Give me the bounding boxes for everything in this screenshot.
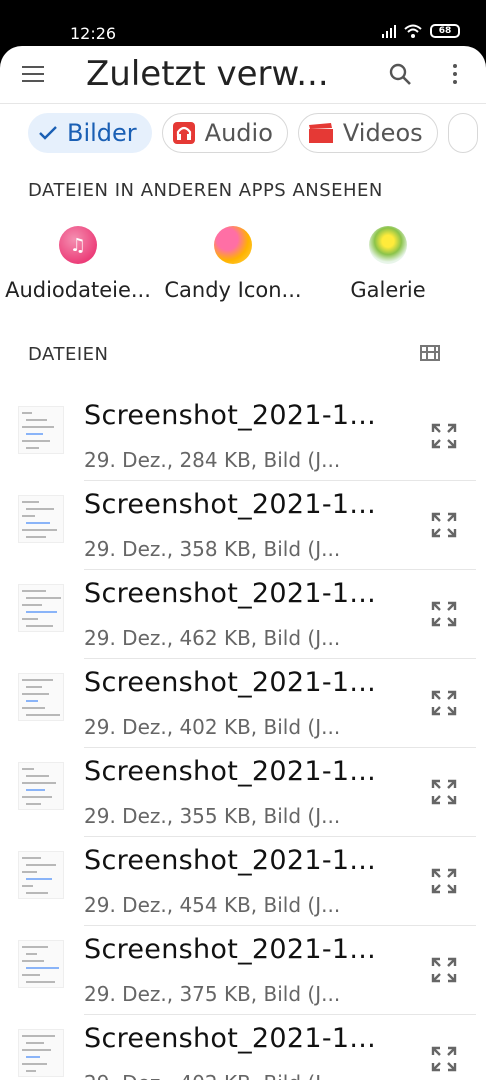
status-icons: 68 <box>382 24 460 38</box>
menu-icon[interactable] <box>22 66 44 84</box>
file-name: Screenshot_2021-1... <box>84 1023 376 1054</box>
more-options-icon[interactable] <box>446 64 464 88</box>
headphones-icon <box>172 122 195 144</box>
check-icon <box>39 125 57 141</box>
file-meta: 29. Dez., 402 KB, Bild (J... <box>84 1071 340 1080</box>
chip-label: Audio <box>204 119 273 147</box>
file-meta: 29. Dez., 358 KB, Bild (J... <box>84 537 341 561</box>
file-thumbnail <box>18 406 64 454</box>
file-row[interactable]: Screenshot_2021-1... 29. Dez., 402 KB, B… <box>0 1015 486 1080</box>
grid-view-icon[interactable] <box>420 345 440 361</box>
app-candy-icon[interactable]: Candy Icon... <box>153 226 313 302</box>
file-name: Screenshot_2021-1... <box>84 934 376 965</box>
file-meta: 29. Dez., 375 KB, Bild (J... <box>84 982 341 1006</box>
expand-icon[interactable] <box>430 956 458 984</box>
file-meta: 29. Dez., 462 KB, Bild (J... <box>84 626 341 650</box>
expand-icon[interactable] <box>430 689 458 717</box>
file-meta: 29. Dez., 454 KB, Bild (J... <box>84 893 341 917</box>
chip-label: Videos <box>342 119 423 147</box>
file-meta: 29. Dez., 284 KB, Bild (J... <box>84 448 341 472</box>
candy-icon <box>214 226 252 264</box>
expand-icon[interactable] <box>430 778 458 806</box>
file-thumbnail <box>18 495 64 543</box>
balloon-icon <box>369 226 407 264</box>
apps-section-heading: DATEIEN IN ANDEREN APPS ANSEHEN <box>28 180 383 201</box>
files-section-heading: DATEIEN <box>28 344 109 365</box>
chip-label: Bilder <box>67 119 137 147</box>
app-gallery[interactable]: Galerie <box>308 226 468 302</box>
music-note-icon: ♫ <box>59 226 97 264</box>
file-name: Screenshot_2021-1... <box>84 578 376 609</box>
files-sheet: Zuletzt verw... Bilder Audio Videos DATE… <box>0 46 486 1080</box>
file-name: Screenshot_2021-1... <box>84 667 376 698</box>
file-thumbnail <box>18 1029 64 1077</box>
app-label: Candy Icon... <box>164 278 302 302</box>
file-meta: 29. Dez., 402 KB, Bild (J... <box>84 715 341 739</box>
file-thumbnail <box>18 584 64 632</box>
search-icon[interactable] <box>388 62 412 86</box>
expand-icon[interactable] <box>430 1045 458 1073</box>
file-thumbnail <box>18 940 64 988</box>
app-label: Galerie <box>350 278 426 302</box>
file-row[interactable]: Screenshot_2021-1... 29. Dez., 355 KB, B… <box>0 748 486 837</box>
file-row[interactable]: Screenshot_2021-1... 29. Dez., 462 KB, B… <box>0 570 486 659</box>
expand-icon[interactable] <box>430 867 458 895</box>
chip-videos[interactable]: Videos <box>297 113 438 153</box>
app-audio-files[interactable]: ♫ Audiodateie... <box>0 226 158 302</box>
filter-chips: Bilder Audio Videos <box>28 113 478 153</box>
app-label: Audiodateie... <box>5 278 151 302</box>
file-thumbnail <box>18 673 64 721</box>
chip-audio[interactable]: Audio <box>161 113 288 153</box>
apps-row: ♫ Audiodateie... Candy Icon... Galerie <box>0 226 486 316</box>
clapperboard-icon <box>308 123 333 143</box>
file-thumbnail <box>18 762 64 810</box>
file-name: Screenshot_2021-1... <box>84 756 376 787</box>
wifi-icon <box>404 24 422 38</box>
chip-images[interactable]: Bilder <box>28 113 152 153</box>
expand-icon[interactable] <box>430 600 458 628</box>
file-row[interactable]: Screenshot_2021-1... 29. Dez., 375 KB, B… <box>0 926 486 1015</box>
status-time: 12:26 <box>70 24 117 43</box>
file-row[interactable]: Screenshot_2021-1... 29. Dez., 402 KB, B… <box>0 659 486 748</box>
file-name: Screenshot_2021-1... <box>84 400 376 431</box>
file-row[interactable]: Screenshot_2021-1... 29. Dez., 358 KB, B… <box>0 481 486 570</box>
app-bar: Zuletzt verw... <box>0 46 486 104</box>
signal-icon <box>382 24 396 38</box>
file-name: Screenshot_2021-1... <box>84 489 376 520</box>
file-name: Screenshot_2021-1... <box>84 845 376 876</box>
file-meta: 29. Dez., 355 KB, Bild (J... <box>84 804 341 828</box>
file-thumbnail <box>18 851 64 899</box>
page-title: Zuletzt verw... <box>86 54 329 94</box>
chip-more[interactable] <box>447 113 478 153</box>
status-bar: 12:26 68 <box>0 0 486 46</box>
file-row[interactable]: Screenshot_2021-1... 29. Dez., 284 KB, B… <box>0 392 486 481</box>
file-list: Screenshot_2021-1... 29. Dez., 284 KB, B… <box>0 392 486 1080</box>
expand-icon[interactable] <box>430 511 458 539</box>
battery-icon: 68 <box>430 24 460 38</box>
expand-icon[interactable] <box>430 422 458 450</box>
file-row[interactable]: Screenshot_2021-1... 29. Dez., 454 KB, B… <box>0 837 486 926</box>
